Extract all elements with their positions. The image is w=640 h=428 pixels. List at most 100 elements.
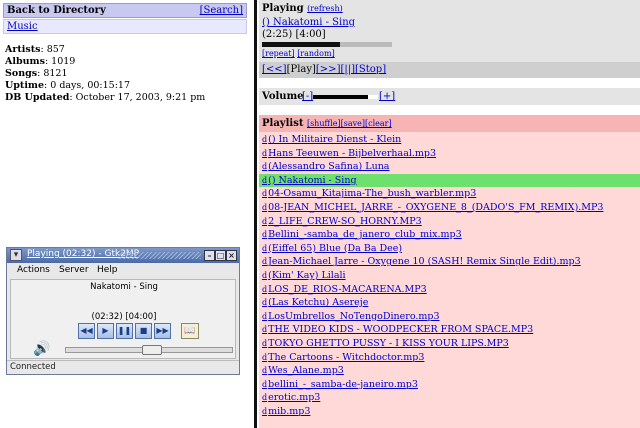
playlist-track-link[interactable]: (Alessandro Safina) Luna	[268, 161, 389, 172]
maximize-icon[interactable]: □	[215, 250, 226, 261]
playlist-track-link[interactable]: TOKYO GHETTO PUSSY - I KISS YOUR LIPS.MP…	[268, 338, 509, 349]
next-link[interactable]: [>>]	[316, 64, 341, 75]
directory-pane: Back to Directory [Search] Music Artists…	[0, 0, 250, 428]
playlist-track-link[interactable]: Wes_Alane.mp3	[268, 365, 344, 376]
playlist-heading: Playlist [shuffle][save][clear]	[262, 118, 392, 129]
speaker-icon: 🔊	[33, 341, 51, 357]
stop-icon[interactable]: ■	[135, 323, 152, 339]
playlist-header: Playlist [shuffle][save][clear]	[259, 115, 640, 132]
delete-link[interactable]: d	[262, 135, 267, 144]
playlist: d() In Militaire Dienst - Klein dHans Tee…	[259, 133, 640, 418]
delete-link[interactable]: d	[262, 380, 267, 389]
playlist-track-link[interactable]: 2_LIFE_CREW-SO_HORNY.MP3	[268, 216, 422, 227]
pause-link[interactable]: [||]	[340, 64, 355, 75]
playlist-track-link[interactable]: () In Militaire Dienst - Klein	[268, 134, 401, 145]
playlist-track-link[interactable]: Jean-Michael Jarre - Oxygene 10 (SASH! R…	[268, 256, 581, 267]
playing-track-link[interactable]: () Nakatomi - Sing	[262, 17, 355, 28]
delete-link[interactable]: d	[262, 230, 267, 239]
volume-slider-thumb[interactable]	[141, 345, 162, 355]
music-link[interactable]: Music	[7, 21, 38, 32]
save-link[interactable]: [save]	[341, 119, 365, 128]
delete-link[interactable]: d	[262, 162, 267, 171]
random-link[interactable]: [random]	[297, 49, 335, 58]
pane-divider	[254, 0, 257, 428]
refresh-link[interactable]: (refresh)	[307, 4, 343, 13]
playlist-section: Playlist [shuffle][save][clear] d() In M…	[259, 115, 640, 428]
next-icon[interactable]: ▶▶	[154, 323, 171, 339]
playlist-item: dmib.mp3	[259, 405, 640, 419]
directory-header: Back to Directory [Search]	[3, 3, 247, 18]
library-icon[interactable]: 📖	[181, 323, 199, 339]
playlist-track-link[interactable]: (Eiffel 65) Blue (Da Ba Dee)	[268, 243, 402, 254]
playlist-track-link[interactable]: THE VIDEO KIDS - WOODPECKER FROM SPACE.M…	[268, 324, 533, 335]
search-link[interactable]: [Search]	[200, 5, 243, 16]
playlist-track-link[interactable]: Bellini_-samba_de_janero_club_mix.mp3	[268, 229, 462, 240]
minimize-icon[interactable]: –	[204, 250, 215, 261]
delete-link[interactable]: d	[262, 312, 267, 321]
stat-value: : October 17, 2003, 9:21 pm	[69, 92, 206, 103]
window-titlebar[interactable]: ▾ Playing (02:32) - Gtk2MP – □ ×	[7, 248, 239, 263]
delete-link[interactable]: d	[262, 149, 267, 158]
pause-icon[interactable]: ❚❚	[116, 323, 133, 339]
window-menu-icon[interactable]: ▾	[10, 249, 22, 261]
playlist-track-link[interactable]: (Kim' Kay) Lilali	[268, 270, 345, 281]
playlist-item: derotic.mp3	[259, 391, 640, 405]
menu-actions[interactable]: Actions	[17, 265, 50, 275]
player-pane: Playing (refresh) () Nakatomi - Sing (2:…	[259, 0, 640, 428]
prev-link[interactable]: [<<]	[262, 64, 287, 75]
playlist-item: d(Alessandro Safina) Luna	[259, 160, 640, 174]
volume-up-link[interactable]: [+]	[379, 91, 395, 102]
playlist-track-link[interactable]: () Nakatomi - Sing	[268, 175, 356, 186]
progress-bar	[262, 42, 392, 47]
stat-label: Uptime	[5, 80, 45, 91]
repeat-link[interactable]: [repeat]	[262, 49, 295, 58]
playlist-track-link[interactable]: Hans Teeuwen - Bijbelverhaal.mp3	[268, 148, 436, 159]
playlist-track-link[interactable]: mib.mp3	[268, 406, 310, 417]
delete-link[interactable]: d	[262, 203, 267, 212]
playlist-track-link[interactable]: erotic.mp3	[268, 392, 320, 403]
playlist-track-link[interactable]: The Cartoons - Witchdoctor.mp3	[268, 352, 424, 363]
playing-title: Playing	[262, 3, 304, 14]
playlist-item: dTOKYO GHETTO PUSSY - I KISS YOUR LIPS.M…	[259, 337, 640, 351]
playlist-track-link[interactable]: (Las Ketchu) Asereje	[268, 297, 368, 308]
delete-link[interactable]: d	[262, 176, 267, 185]
playlist-track-link[interactable]: 08-JEAN_MICHEL_JARRE_-_OXYGENE_8_(DADO'S…	[268, 202, 603, 213]
delete-link[interactable]: d	[262, 217, 267, 226]
status-bar: Connected	[7, 360, 239, 374]
close-icon[interactable]: ×	[226, 250, 237, 261]
back-to-directory-link[interactable]: Back to Directory	[7, 5, 106, 16]
playlist-track-link[interactable]: LosUmbrellos_NoTengoDinero.mp3	[268, 311, 439, 322]
delete-link[interactable]: d	[262, 244, 267, 253]
delete-link[interactable]: d	[262, 339, 267, 348]
controls: [<<][Play][>>][||][Stop]	[262, 64, 386, 75]
delete-link[interactable]: d	[262, 353, 267, 362]
playlist-item: d04-Osamu_Kitajima-The_bush_warbler.mp3	[259, 187, 640, 201]
delete-link[interactable]: d	[262, 285, 267, 294]
clear-link[interactable]: [clear]	[365, 119, 392, 128]
delete-link[interactable]: d	[262, 271, 267, 280]
delete-link[interactable]: d	[262, 325, 267, 334]
menu-server[interactable]: Server	[59, 265, 89, 275]
delete-link[interactable]: d	[262, 257, 267, 266]
stat-row: DB Updated: October 17, 2003, 9:21 pm	[5, 92, 205, 104]
playlist-item: d(Las Ketchu) Asereje	[259, 296, 640, 310]
volume-label: Volume	[262, 91, 304, 102]
playlist-track-link[interactable]: bellini_-_samba-de-janeiro.mp3	[268, 379, 418, 390]
delete-link[interactable]: d	[262, 366, 267, 375]
playlist-item: dThe Cartoons - Witchdoctor.mp3	[259, 351, 640, 365]
volume-slider[interactable]	[65, 345, 233, 355]
delete-link[interactable]: d	[262, 189, 267, 198]
delete-link[interactable]: d	[262, 393, 267, 402]
playlist-track-link[interactable]: 04-Osamu_Kitajima-The_bush_warbler.mp3	[268, 188, 476, 199]
stop-link[interactable]: [Stop]	[355, 64, 386, 75]
previous-icon[interactable]: ◀◀	[78, 323, 95, 339]
menu-help[interactable]: Help	[97, 265, 118, 275]
playlist-track-link[interactable]: LOS_DE_RIOS-MACARENA.MP3	[268, 284, 427, 295]
play-icon[interactable]: ▶	[97, 323, 114, 339]
delete-link[interactable]: d	[262, 298, 267, 307]
shuffle-link[interactable]: [shuffle]	[307, 119, 341, 128]
delete-link[interactable]: d	[262, 407, 267, 416]
volume-down-link[interactable]: [-]	[302, 91, 313, 102]
playlist-item: d(Kim' Kay) Lilali	[259, 269, 640, 283]
playlist-item: dbellini_-_samba-de-janeiro.mp3	[259, 378, 640, 392]
